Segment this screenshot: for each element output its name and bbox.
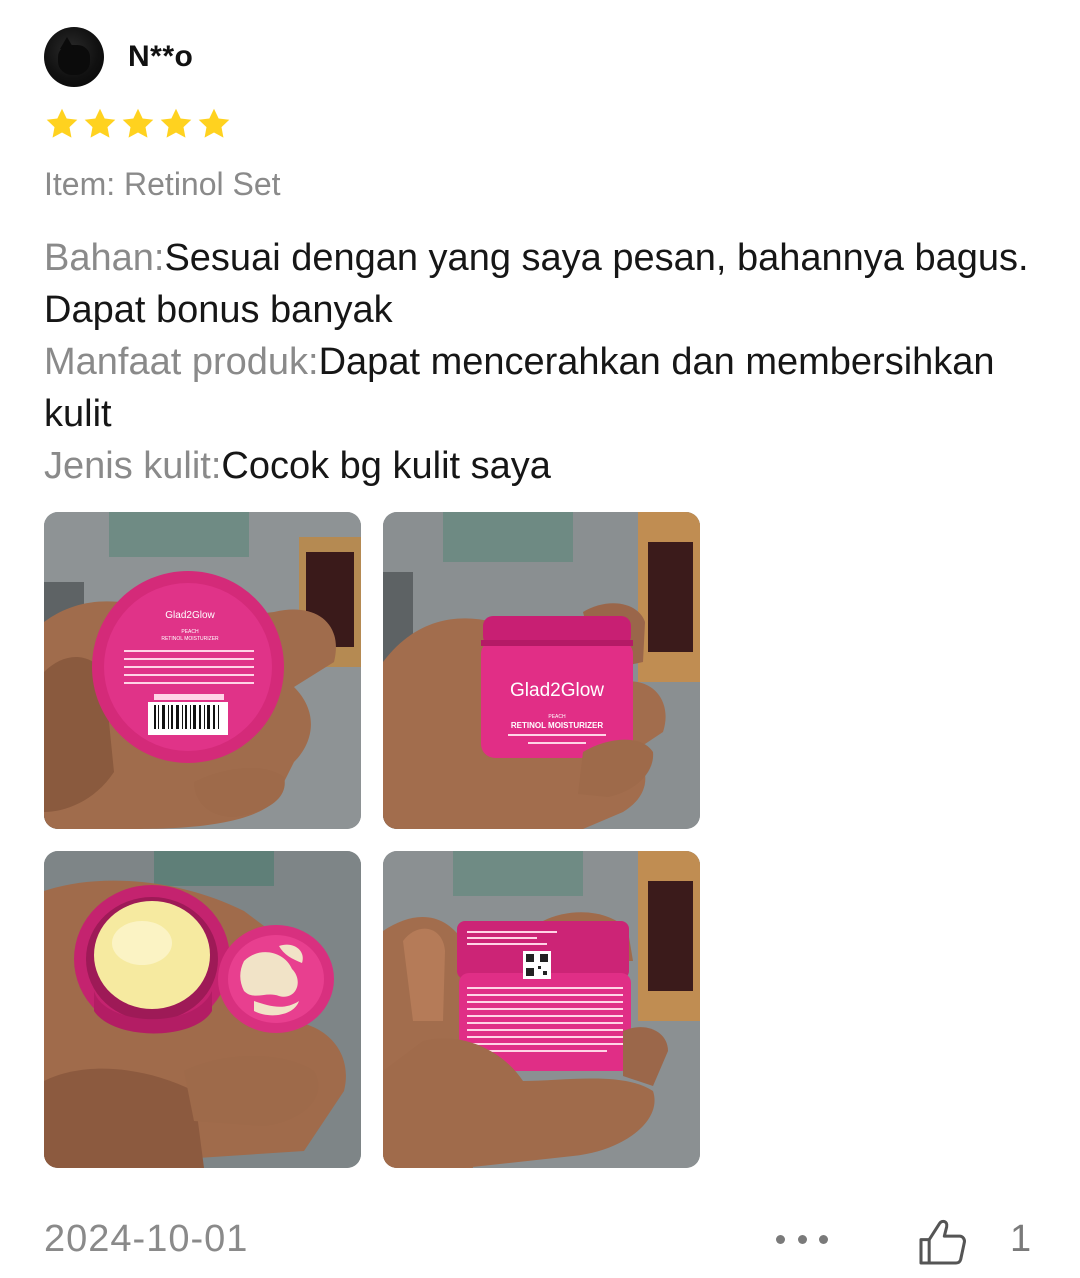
more-icon[interactable]	[776, 1224, 828, 1254]
review-footer: 2024-10-01 1	[44, 1214, 1036, 1270]
username[interactable]: N**o	[128, 40, 193, 74]
review-photo[interactable]: Glad2Glow PEACH RETINOL MOISTURIZER	[44, 512, 361, 829]
photo-image	[44, 851, 361, 1168]
field-value-bahan: Sesuai dengan yang saya pesan, bahannya …	[44, 237, 1029, 331]
photo-variant: PEACH	[548, 714, 566, 720]
like-count: 1	[1010, 1218, 1032, 1260]
more-dot	[797, 1234, 807, 1244]
field-value-jenis-kulit: Cocok bg kulit saya	[221, 445, 551, 487]
avatar[interactable]	[44, 27, 104, 87]
field-key-bahan: Bahan:	[44, 237, 165, 279]
review-photo[interactable]: Glad2Glow PEACH RETINOL MOISTURIZER	[383, 512, 700, 829]
photo-product: RETINOL MOISTURIZER	[511, 721, 604, 730]
review-text: Bahan:Sesuai dengan yang saya pesan, bah…	[44, 232, 1034, 492]
photo-image: Glad2Glow PEACH RETINOL MOISTURIZER	[383, 512, 700, 829]
review-date: 2024-10-01	[44, 1218, 249, 1260]
field-key-jenis-kulit: Jenis kulit:	[44, 445, 222, 487]
field-key-manfaat: Manfaat produk:	[44, 341, 319, 383]
review-photo[interactable]	[383, 851, 700, 1168]
star-icon	[46, 108, 78, 138]
review-photos: Glad2Glow PEACH RETINOL MOISTURIZER Glad…	[44, 512, 700, 1168]
star-icon	[160, 108, 192, 138]
photo-product: RETINOL MOISTURIZER	[161, 636, 219, 642]
star-icon	[198, 108, 230, 138]
photo-image	[383, 851, 700, 1168]
review-header: N**o	[44, 26, 193, 88]
star-icon	[122, 108, 154, 138]
more-dot	[776, 1234, 785, 1244]
thumbs-up-icon[interactable]	[914, 1214, 970, 1270]
photo-brand: Glad2Glow	[510, 680, 604, 701]
review-photo[interactable]	[44, 851, 361, 1168]
photo-brand: Glad2Glow	[165, 610, 215, 621]
star-icon	[84, 108, 116, 138]
photo-variant: PEACH	[181, 629, 199, 635]
photo-image: Glad2Glow PEACH RETINOL MOISTURIZER	[44, 512, 361, 829]
star-rating	[44, 106, 232, 142]
more-dot	[819, 1234, 828, 1244]
item-variant: Item: Retinol Set	[44, 166, 281, 202]
